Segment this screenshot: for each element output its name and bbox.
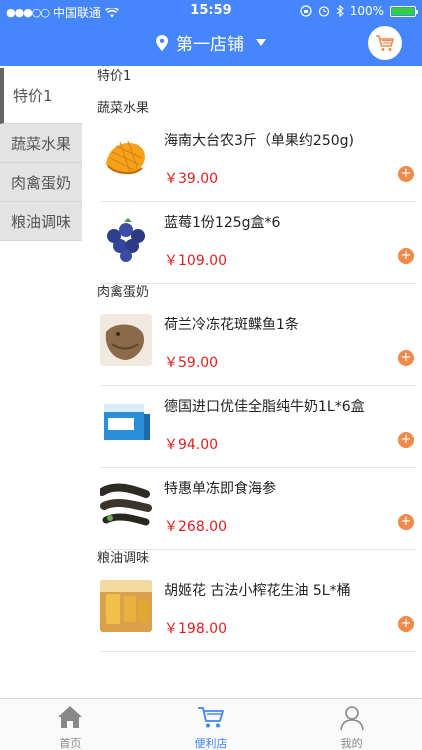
alarm-icon	[318, 6, 329, 17]
sidebar-item-vegetables-fruits[interactable]: 蔬菜水果	[0, 124, 82, 163]
product-list: 特价1 蔬菜水果 海南大台农3斤（单果约250g) ￥39.00 + 蓝莓1份1…	[82, 66, 422, 652]
app-header: ●●●○○ 中国联通 15:59 100% 第一店铺	[0, 0, 422, 66]
product-price: ￥94.00	[164, 437, 219, 453]
sidebar-item-label: 粮油调味	[11, 213, 72, 231]
status-bar: ●●●○○ 中国联通 15:59 100%	[0, 0, 422, 22]
shopping-cart-icon	[376, 35, 394, 51]
product-price: ￥39.00	[164, 171, 219, 187]
home-icon	[58, 706, 83, 728]
blueberry-image	[100, 212, 152, 264]
add-to-cart-button[interactable]: +	[398, 166, 414, 182]
sea-cucumber-image	[100, 478, 152, 530]
person-icon	[339, 706, 364, 731]
peanut-oil-image	[100, 580, 152, 632]
product-price: ￥268.00	[164, 519, 227, 535]
battery-icon	[390, 5, 418, 17]
product-name: 德国进口优佳全脂纯牛奶1L*6盒	[164, 399, 365, 415]
product-price: ￥198.00	[164, 621, 227, 637]
tab-store[interactable]: 便利店	[141, 699, 282, 750]
fish-image	[100, 314, 152, 366]
tab-label: 首页	[59, 737, 82, 750]
battery-fill	[392, 7, 414, 15]
sidebar-item-label: 肉禽蛋奶	[11, 174, 72, 192]
chevron-down-icon	[256, 39, 266, 46]
tab-label: 我的	[340, 737, 363, 750]
product-name: 蓝莓1份125g盒*6	[164, 215, 281, 231]
product-name: 海南大台农3斤（单果约250g)	[164, 133, 354, 149]
bluetooth-icon	[336, 5, 344, 17]
add-to-cart-button[interactable]: +	[398, 616, 414, 632]
product-price: ￥59.00	[164, 355, 219, 371]
location-pin-icon	[156, 34, 168, 51]
milk-box-image	[100, 396, 152, 448]
section-title: 蔬菜水果	[97, 101, 150, 116]
sidebar-item-meat-eggs-dairy[interactable]: 肉禽蛋奶	[0, 163, 82, 202]
add-to-cart-button[interactable]: +	[398, 514, 414, 530]
product-item[interactable]: 胡姬花 古法小榨花生油 5L*桶 ￥198.00 +	[100, 570, 416, 652]
product-item[interactable]: 荷兰冷冻花斑鲽鱼1条 ￥59.00 +	[100, 304, 416, 386]
sidebar-item-specials[interactable]: 特价1	[0, 68, 82, 124]
top-category-label: 特价1	[97, 69, 132, 84]
add-to-cart-button[interactable]: +	[398, 350, 414, 366]
product-name: 胡姬花 古法小榨花生油 5L*桶	[164, 583, 351, 599]
product-price: ￥109.00	[164, 253, 227, 269]
product-item[interactable]: 特惠单冻即食海参 ￥268.00 +	[100, 468, 416, 550]
mango-image	[100, 130, 152, 182]
product-item[interactable]: 德国进口优佳全脂纯牛奶1L*6盒 ￥94.00 +	[100, 386, 416, 468]
store-selector[interactable]: 第一店铺	[0, 30, 422, 55]
cart-icon	[198, 707, 224, 728]
rotation-lock-icon	[300, 5, 312, 17]
store-title: 第一店铺	[176, 35, 244, 55]
tab-profile[interactable]: 我的	[281, 699, 422, 750]
sidebar-item-grain-oil[interactable]: 粮油调味	[0, 202, 82, 241]
product-item[interactable]: 蓝莓1份125g盒*6 ￥109.00 +	[100, 202, 416, 284]
section-title: 粮油调味	[97, 551, 150, 566]
product-name: 荷兰冷冻花斑鲽鱼1条	[164, 317, 299, 333]
product-item[interactable]: 海南大台农3斤（单果约250g) ￥39.00 +	[100, 120, 416, 202]
battery-percent: 100%	[349, 4, 384, 18]
add-to-cart-button[interactable]: +	[398, 248, 414, 264]
bottom-tab-bar: 首页 便利店 我的	[0, 698, 422, 750]
tab-label: 便利店	[194, 737, 228, 750]
product-name: 特惠单冻即食海参	[164, 481, 276, 497]
sidebar-item-label: 特价1	[13, 87, 53, 105]
sidebar-item-label: 蔬菜水果	[11, 135, 72, 153]
category-sidebar: 特价1 蔬菜水果 肉禽蛋奶 粮油调味	[0, 68, 82, 241]
cart-button[interactable]	[368, 26, 402, 60]
section-title: 肉禽蛋奶	[97, 285, 150, 300]
tab-home[interactable]: 首页	[0, 699, 141, 750]
add-to-cart-button[interactable]: +	[398, 432, 414, 448]
